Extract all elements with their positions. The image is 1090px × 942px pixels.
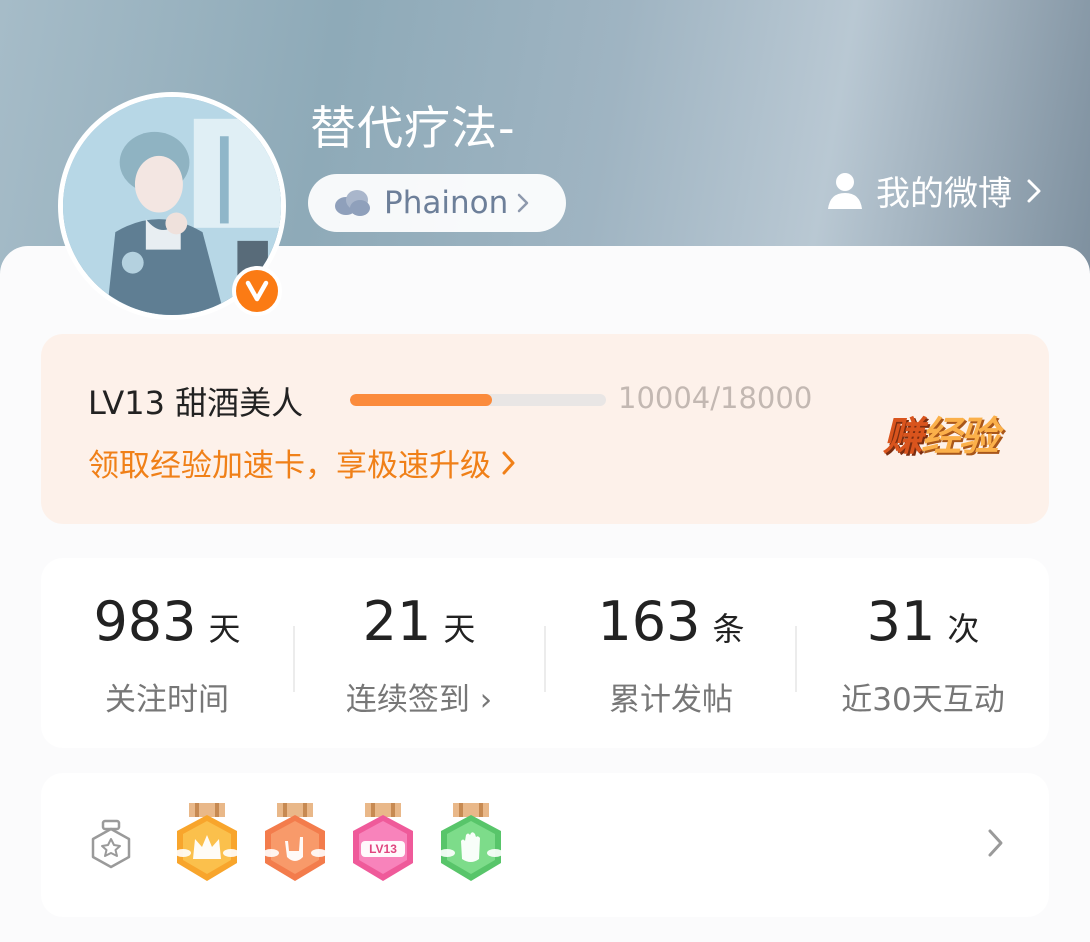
stats-card: 983 天 关注时间 21 天 连续签到 › 163 条 累计发帖 31 次 近30天互… — [41, 558, 1049, 748]
fan-tag-label: Phainon — [384, 185, 509, 221]
stat-value: 983 — [93, 590, 197, 653]
speedup-card-text: 领取经验加速卡，享极速升级 — [88, 448, 491, 484]
stat-unit: 条 — [712, 610, 745, 648]
chevron-right-icon[interactable] — [987, 827, 1005, 859]
earn-experience-button[interactable]: 赚经验 — [883, 404, 999, 462]
chevron-right-icon — [517, 193, 529, 213]
verified-badge — [232, 266, 282, 316]
stat-unit: 次 — [947, 610, 980, 648]
badge-card[interactable]: LV13 — [41, 773, 1049, 917]
chevron-right-icon — [502, 451, 515, 474]
verified-v-icon — [245, 280, 269, 302]
experience-count: 10004/18000 — [618, 381, 813, 415]
level-title: LV13 甜酒美人 — [88, 384, 304, 422]
username: 替代疗法- — [310, 101, 516, 155]
lv13-badge-text: LV13 — [369, 842, 397, 856]
my-weibo-link[interactable]: 我的微博 — [826, 166, 1042, 215]
lv13-badge-icon: LV13 — [353, 803, 413, 881]
stat-unit: 天 — [208, 610, 241, 648]
badge-outline-icon — [91, 819, 131, 869]
rock-hand-badge-icon — [263, 803, 327, 881]
stat-checkin-streak[interactable]: 21 天 连续签到 › — [293, 558, 545, 748]
stat-unit: 天 — [443, 610, 476, 648]
experience-progress-fill — [350, 394, 493, 406]
hand-badge-icon — [439, 803, 503, 881]
crown-badge-icon — [175, 803, 239, 881]
earn-text-part1: 赚 — [883, 414, 923, 460]
stat-value: 21 — [362, 590, 432, 653]
stat-total-posts[interactable]: 163 条 累计发帖 — [545, 558, 797, 748]
stat-label: 近30天互动 — [841, 682, 1005, 718]
my-weibo-label: 我的微博 — [876, 174, 1012, 214]
stat-label: 连续签到 › — [345, 682, 493, 718]
experience-progress-bar — [350, 394, 606, 406]
earn-text-part2: 经验 — [921, 414, 999, 460]
speedup-card-link[interactable]: 领取经验加速卡，享极速升级 — [88, 440, 517, 485]
fan-tag-pill[interactable]: Phainon — [308, 174, 566, 232]
stat-follow-time[interactable]: 983 天 关注时间 — [41, 558, 293, 748]
stat-interactions[interactable]: 31 次 近30天互动 — [797, 558, 1049, 748]
stat-label: 关注时间 — [105, 682, 229, 718]
stat-label: 累计发帖 — [609, 682, 733, 718]
user-icon — [828, 172, 862, 209]
experience-card[interactable]: LV13 甜酒美人 10004/18000 领取经验加速卡，享极速升级 赚经验 — [41, 334, 1049, 524]
stat-value: 31 — [866, 590, 936, 653]
chevron-right-icon — [1027, 179, 1041, 202]
stat-value: 163 — [597, 590, 701, 653]
cloud-icon — [335, 190, 370, 216]
